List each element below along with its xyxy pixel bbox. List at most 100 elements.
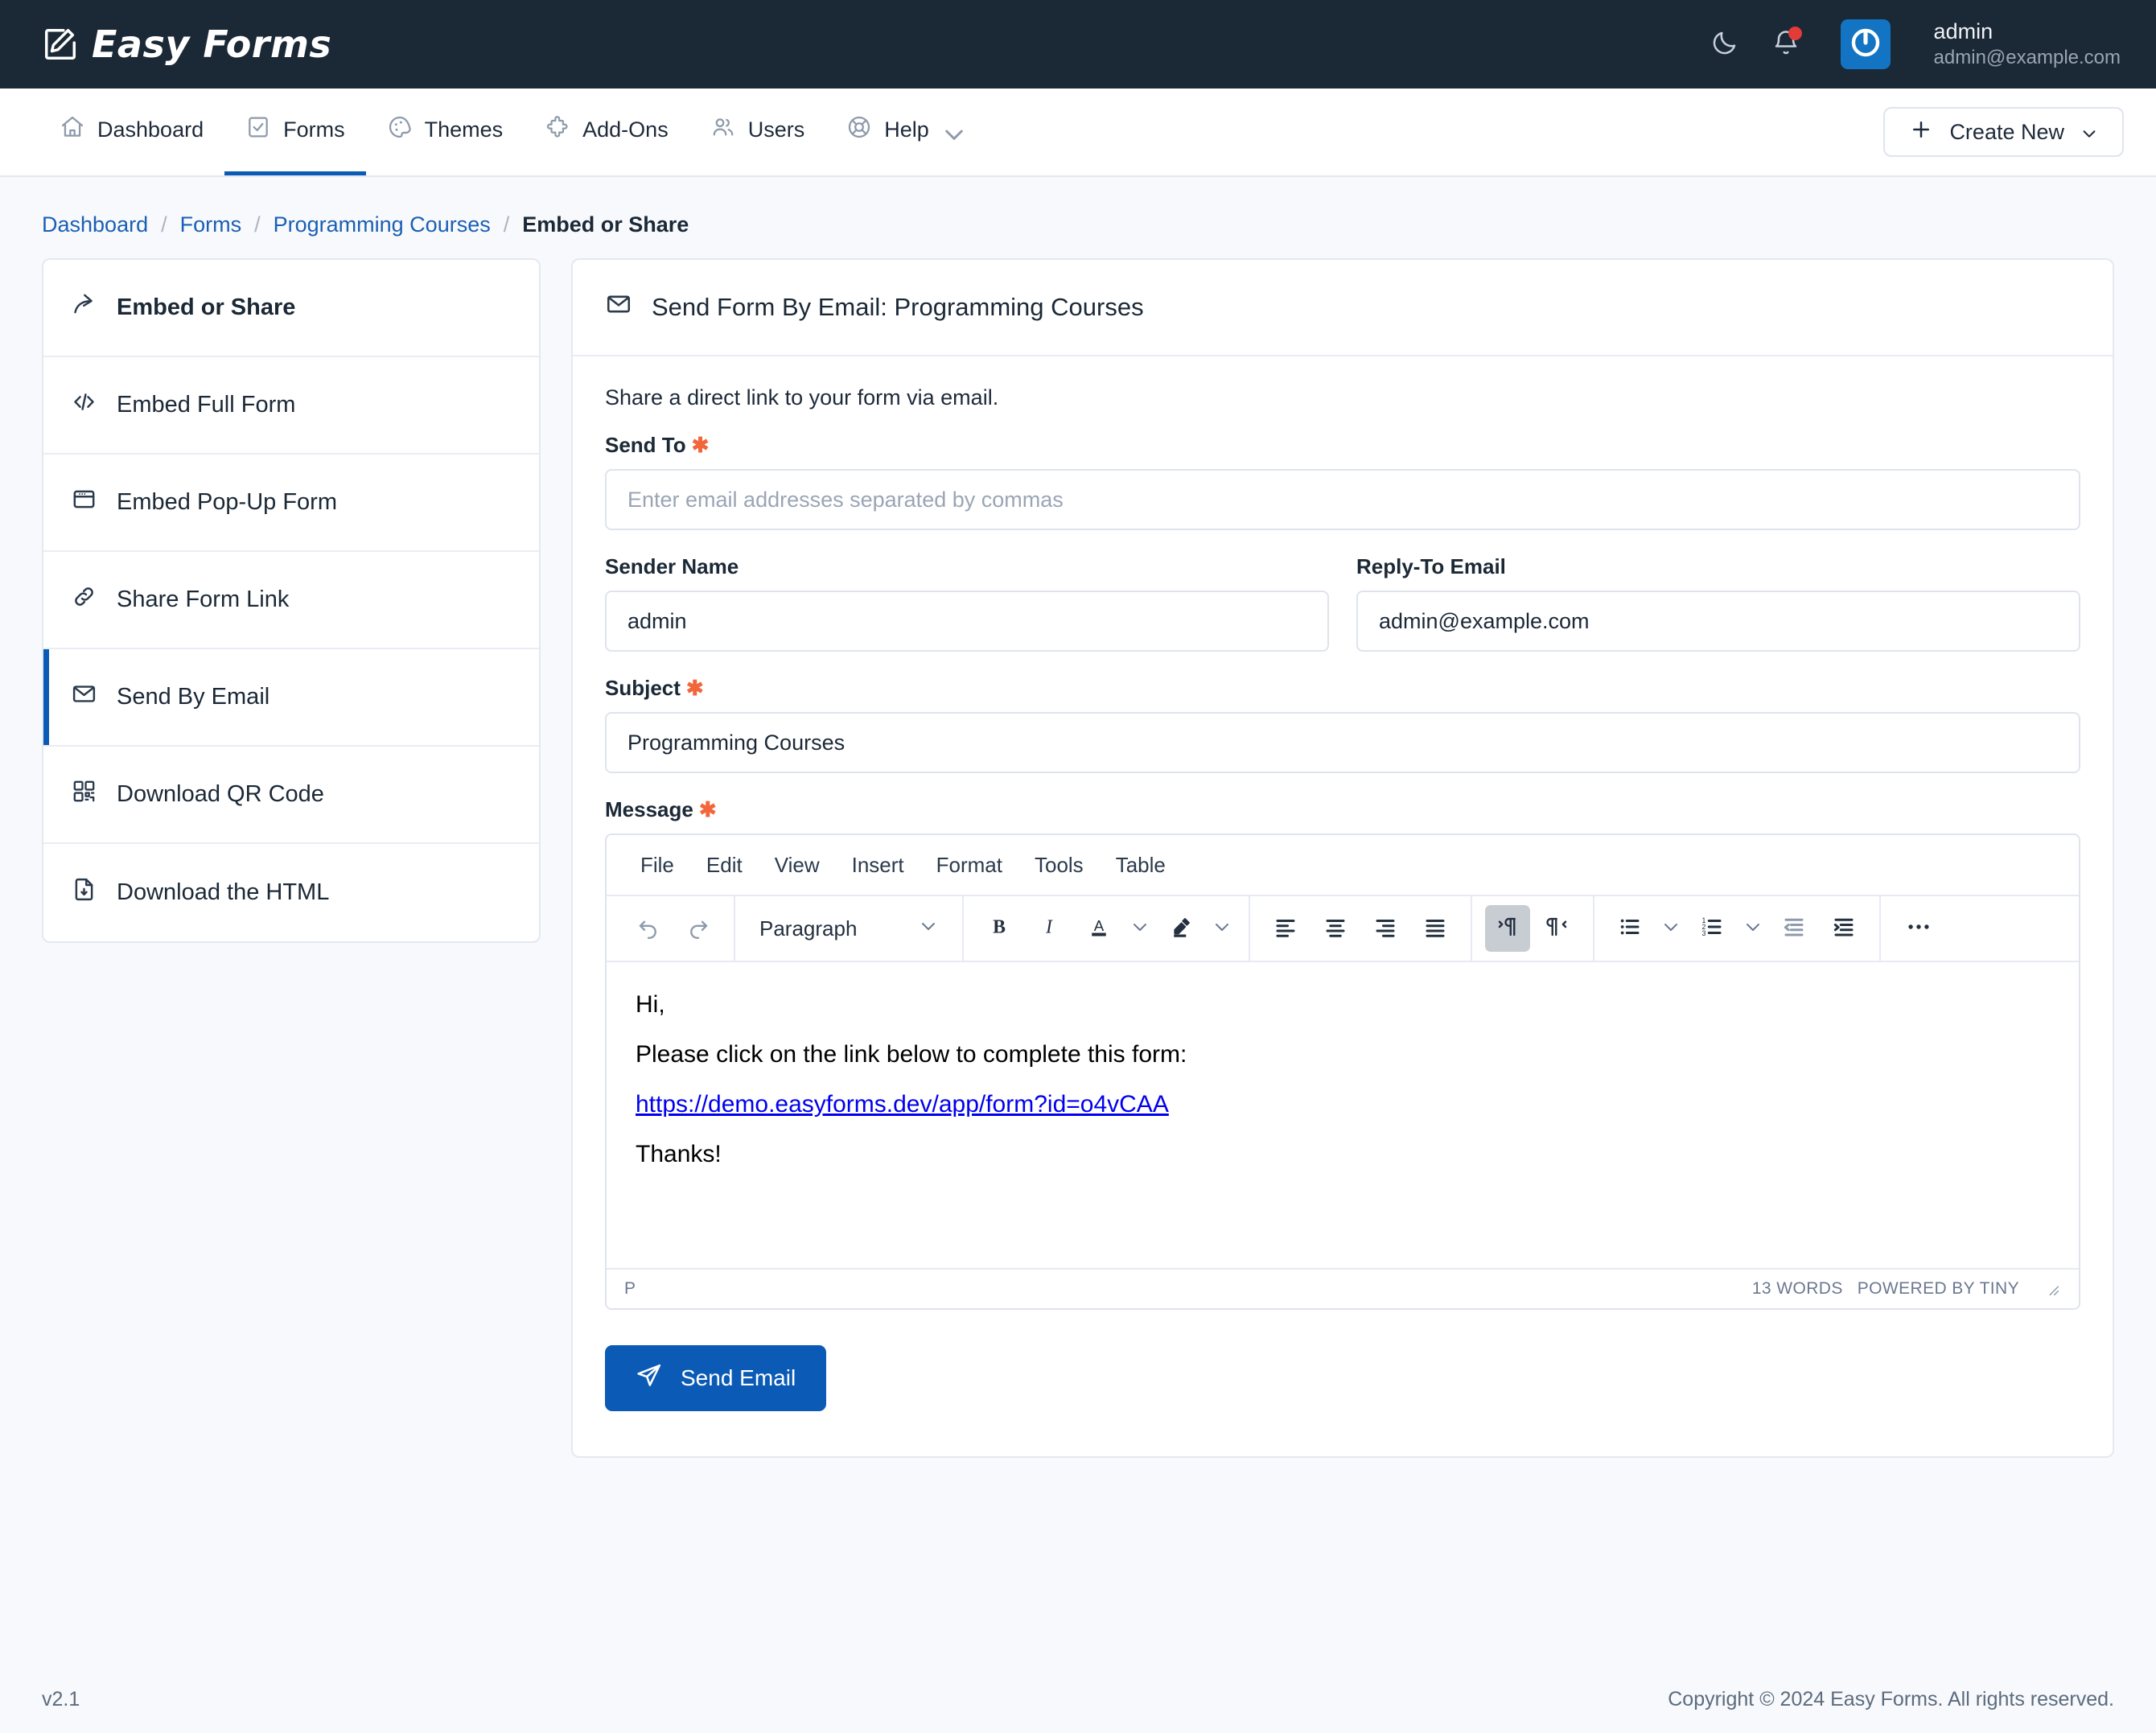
align-center-button[interactable] bbox=[1313, 905, 1358, 952]
palette-icon bbox=[387, 114, 413, 146]
highlight-color-menu-button[interactable] bbox=[1208, 905, 1236, 952]
breadcrumb-current: Embed or Share bbox=[522, 212, 689, 237]
sidebar-item-share-form-link[interactable]: Share Form Link bbox=[43, 552, 539, 649]
chevron-down-icon bbox=[1212, 917, 1232, 941]
nav-label: Themes bbox=[424, 117, 504, 142]
editor-content-area[interactable]: Hi, Please click on the link below to co… bbox=[607, 962, 2079, 1268]
topbar-actions: admin admin@example.com bbox=[1709, 19, 2121, 70]
sidebar-item-label: Download the HTML bbox=[117, 879, 330, 905]
menu-file[interactable]: File bbox=[624, 853, 690, 878]
redo-icon bbox=[686, 915, 710, 943]
send-to-label: Send To ✱ bbox=[605, 433, 2080, 458]
breadcrumb-item-forms[interactable]: Forms bbox=[180, 212, 242, 237]
bold-button[interactable]: B bbox=[977, 905, 1022, 952]
send-to-group: Send To ✱ Enter email addresses separate… bbox=[605, 433, 2080, 530]
menu-format[interactable]: Format bbox=[920, 853, 1018, 878]
toolbar-group-history bbox=[613, 896, 735, 961]
outdent-button[interactable] bbox=[1771, 905, 1817, 952]
sidebar-item-embed-full-form[interactable]: Embed Full Form bbox=[43, 357, 539, 455]
form-check-icon bbox=[245, 114, 271, 146]
sidebar-item-embed-or-share[interactable]: Embed or Share bbox=[43, 260, 539, 357]
home-icon bbox=[60, 114, 85, 146]
element-path[interactable]: P bbox=[624, 1279, 636, 1299]
align-right-icon bbox=[1373, 915, 1397, 943]
rtl-button[interactable] bbox=[1535, 905, 1580, 952]
breadcrumb: Dashboard / Forms / Programming Courses … bbox=[0, 177, 2156, 258]
tiny-branding[interactable]: POWERED BY TINY bbox=[1858, 1279, 2019, 1299]
sidebar-item-label: Embed Full Form bbox=[117, 392, 296, 418]
bullet-list-icon bbox=[1618, 915, 1642, 943]
sidebar-item-download-qr-code[interactable]: Download QR Code bbox=[43, 747, 539, 844]
breadcrumb-item-dashboard[interactable]: Dashboard bbox=[42, 212, 148, 237]
more-options-button[interactable] bbox=[1894, 905, 1944, 952]
align-left-button[interactable] bbox=[1263, 905, 1308, 952]
sidebar-item-label: Send By Email bbox=[117, 684, 270, 710]
send-email-button[interactable]: Send Email bbox=[605, 1345, 827, 1411]
bullet-list-button[interactable] bbox=[1607, 905, 1652, 952]
page-footer: v2.1 Copyright © 2024 Easy Forms. All ri… bbox=[0, 1665, 2156, 1733]
nav-item-users[interactable]: Users bbox=[689, 89, 826, 175]
numbered-list-menu-button[interactable] bbox=[1739, 905, 1767, 952]
sidebar-item-send-by-email[interactable]: Send By Email bbox=[43, 649, 539, 747]
align-justify-icon bbox=[1423, 915, 1447, 943]
highlight-color-button[interactable] bbox=[1158, 905, 1203, 952]
brand-logo[interactable]: Easy Forms bbox=[42, 23, 331, 66]
sidebar-item-download-the-html[interactable]: Download the HTML bbox=[43, 844, 539, 941]
form-link[interactable]: https://demo.easyforms.dev/app/form?id=o… bbox=[636, 1091, 1169, 1118]
menu-edit[interactable]: Edit bbox=[690, 853, 759, 878]
user-menu[interactable]: admin admin@example.com bbox=[1934, 19, 2121, 70]
bullet-list-menu-button[interactable] bbox=[1657, 905, 1685, 952]
align-right-button[interactable] bbox=[1363, 905, 1408, 952]
panel-description: Share a direct link to your form via ema… bbox=[605, 385, 999, 410]
chevron-down-icon bbox=[941, 121, 963, 140]
share-arrow-icon bbox=[71, 291, 97, 324]
undo-button[interactable] bbox=[626, 905, 671, 952]
subject-input[interactable]: Programming Courses bbox=[605, 712, 2080, 773]
menu-view[interactable]: View bbox=[759, 853, 836, 878]
qr-code-icon bbox=[71, 778, 97, 811]
direction-rtl-icon bbox=[1545, 915, 1570, 943]
breadcrumb-separator: / bbox=[254, 212, 261, 237]
block-format-select[interactable]: Paragraph bbox=[748, 905, 949, 952]
theme-toggle-button[interactable] bbox=[1709, 28, 1741, 60]
paper-plane-icon bbox=[636, 1362, 663, 1395]
text-color-button[interactable]: A bbox=[1076, 905, 1121, 952]
indent-button[interactable] bbox=[1821, 905, 1866, 952]
sender-name-input[interactable]: admin bbox=[605, 591, 1329, 652]
send-to-label-text: Send To bbox=[605, 433, 686, 457]
nav-item-dashboard[interactable]: Dashboard bbox=[39, 89, 224, 175]
menu-table[interactable]: Table bbox=[1100, 853, 1182, 878]
nav-item-help[interactable]: Help bbox=[825, 89, 980, 175]
nav-label: Forms bbox=[283, 117, 345, 142]
breadcrumb-separator: / bbox=[161, 212, 167, 237]
send-to-input[interactable]: Enter email addresses separated by comma… bbox=[605, 469, 2080, 530]
main-navigation: Dashboard Forms Themes Add-Ons Users Hel… bbox=[0, 89, 2156, 177]
nav-item-forms[interactable]: Forms bbox=[224, 89, 366, 175]
sender-name-label: Sender Name bbox=[605, 554, 739, 578]
menu-insert[interactable]: Insert bbox=[836, 853, 920, 878]
numbered-list-button[interactable]: 1 2 3 bbox=[1689, 905, 1734, 952]
redo-button[interactable] bbox=[676, 905, 721, 952]
nav-item-add-ons[interactable]: Add-Ons bbox=[524, 89, 689, 175]
editor-toolbar: Paragraph B I A 1 2 3 bbox=[607, 895, 2079, 962]
notifications-button[interactable] bbox=[1770, 27, 1802, 60]
message-label: Message ✱ bbox=[605, 797, 2080, 822]
breadcrumb-item-programming-courses[interactable]: Programming Courses bbox=[274, 212, 491, 237]
reply-to-input[interactable]: admin@example.com bbox=[1356, 591, 2080, 652]
svg-text:A: A bbox=[1094, 917, 1105, 934]
send-by-email-panel: Send Form By Email: Programming Courses … bbox=[571, 258, 2114, 1458]
text-color-icon: A bbox=[1087, 915, 1111, 943]
ltr-button[interactable] bbox=[1485, 905, 1530, 952]
link-icon bbox=[71, 583, 97, 616]
menu-tools[interactable]: Tools bbox=[1018, 853, 1100, 878]
nav-items: Dashboard Forms Themes Add-Ons Users Hel… bbox=[39, 89, 980, 175]
align-justify-button[interactable] bbox=[1413, 905, 1458, 952]
create-new-button[interactable]: Create New bbox=[1883, 107, 2124, 157]
resize-handle-icon[interactable] bbox=[2043, 1280, 2061, 1298]
nav-item-themes[interactable]: Themes bbox=[366, 89, 525, 175]
panel-header: Send Form By Email: Programming Courses bbox=[573, 260, 2113, 356]
sidebar-item-embed-pop-up-form[interactable]: Embed Pop-Up Form bbox=[43, 455, 539, 552]
avatar[interactable] bbox=[1840, 19, 1891, 69]
text-color-menu-button[interactable] bbox=[1126, 905, 1154, 952]
italic-button[interactable]: I bbox=[1027, 905, 1072, 952]
